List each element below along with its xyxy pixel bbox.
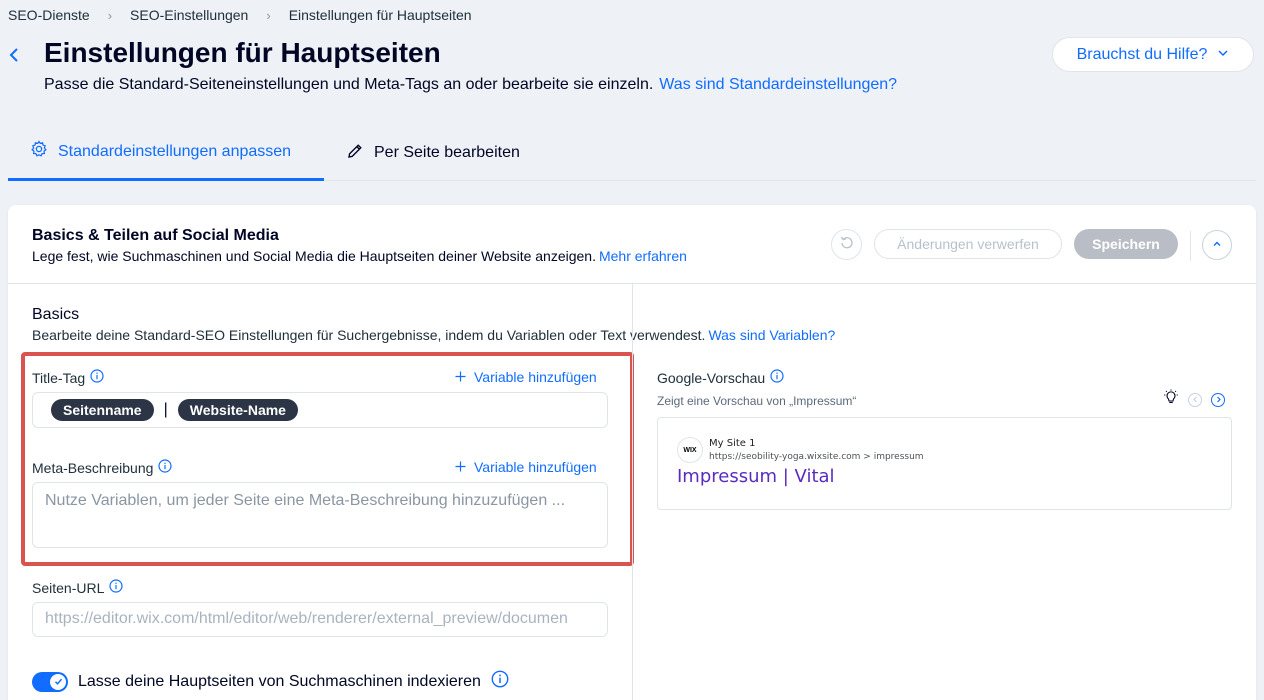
basics-title: Basics	[32, 306, 80, 323]
indexing-row: Lasse deine Hauptseiten von Suchmaschine…	[32, 670, 509, 693]
plus-icon	[455, 459, 466, 475]
info-icon[interactable]	[90, 369, 104, 386]
title-add-variable-button[interactable]: Variable hinzufügen	[455, 369, 597, 385]
google-preview-subtitle: Zeigt eine Vorschau von „Impressum“	[657, 394, 857, 408]
learn-more-link[interactable]: Mehr erfahren	[599, 248, 687, 264]
settings-card: Basics & Teilen auf Social Media Lege fe…	[8, 205, 1256, 700]
add-variable-label: Variable hinzufügen	[474, 369, 597, 385]
help-button-label: Brauchst du Hilfe?	[1076, 45, 1208, 63]
tab-label: Per Seite bearbeiten	[374, 144, 520, 161]
chevron-right-icon: ›	[107, 7, 113, 23]
save-button[interactable]: Speichern	[1074, 229, 1178, 259]
meta-description-label: Meta-Beschreibung	[32, 459, 173, 476]
discard-changes-button[interactable]: Änderungen verwerfen	[874, 229, 1062, 259]
meta-description-label-text: Meta-Beschreibung	[32, 459, 154, 476]
page-subtitle-text: Passe die Standard-Seiteneinstellungen u…	[44, 76, 654, 93]
preview-controls	[1163, 389, 1225, 410]
pencil-icon	[346, 142, 364, 165]
title-tag-label: Title-Tag	[32, 369, 104, 386]
info-icon[interactable]	[770, 369, 784, 386]
gear-icon	[30, 140, 48, 163]
preview-result-title: Impressum | Vital	[677, 466, 835, 487]
tab-bar: Standardeinstellungen anpassen Per Seite…	[8, 125, 1256, 181]
back-arrow-icon[interactable]	[7, 44, 21, 66]
meta-description-textarea[interactable]: Nutze Variablen, um jeder Seite eine Met…	[32, 482, 608, 548]
next-page-button[interactable]	[1211, 392, 1225, 407]
page-url-input[interactable]: https://editor.wix.com/html/editor/web/r…	[32, 602, 608, 637]
preview-site-name: My Site 1	[709, 438, 756, 449]
breadcrumb: SEO-Dienste › SEO-Einstellungen › Einste…	[8, 7, 472, 23]
google-preview-box: WIX My Site 1 https://seobility-yoga.wix…	[657, 417, 1232, 510]
google-preview-label: Google-Vorschau	[657, 369, 784, 386]
variables-help-link[interactable]: Was sind Variablen?	[708, 327, 835, 343]
breadcrumb-item-seo-settings[interactable]: SEO-Einstellungen	[130, 7, 248, 23]
variable-chip-page-name[interactable]: Seitenname	[51, 399, 154, 421]
page-subtitle: Passe die Standard-Seiteneinstellungen u…	[44, 76, 897, 94]
default-settings-help-link[interactable]: Was sind Standardeinstellungen?	[659, 76, 897, 93]
chevron-right-icon: ›	[266, 7, 271, 23]
plus-icon	[455, 369, 466, 385]
card-subtitle: Lege fest, wie Suchmaschinen und Social …	[32, 248, 687, 264]
divider	[1190, 231, 1191, 261]
basics-subtitle: Bearbeite deine Standard-SEO Einstellung…	[32, 327, 835, 343]
chevron-down-icon	[1217, 46, 1229, 64]
chevron-up-icon	[1212, 236, 1222, 254]
tab-default-settings[interactable]: Standardeinstellungen anpassen	[8, 125, 324, 181]
info-icon[interactable]	[109, 579, 123, 596]
add-variable-label: Variable hinzufügen	[474, 459, 597, 475]
title-tag-input[interactable]: Seitenname | Website-Name	[32, 392, 608, 428]
card-header: Basics & Teilen auf Social Media Lege fe…	[8, 205, 1256, 284]
title-tag-label-text: Title-Tag	[32, 369, 86, 386]
column-divider	[632, 284, 633, 700]
site-favicon: WIX	[677, 437, 703, 463]
info-icon[interactable]	[158, 459, 173, 476]
info-icon[interactable]	[491, 670, 509, 693]
undo-icon	[840, 235, 854, 254]
indexing-label: Lasse deine Hauptseiten von Suchmaschine…	[78, 672, 481, 690]
card-title: Basics & Teilen auf Social Media	[32, 227, 279, 244]
preview-url: https://seobility-yoga.wixsite.com > imp…	[709, 452, 924, 462]
page-url-label-text: Seiten-URL	[32, 579, 105, 596]
chip-separator: |	[163, 401, 168, 418]
tab-per-page[interactable]: Per Seite bearbeiten	[346, 125, 520, 181]
checkmark-icon	[50, 673, 66, 690]
variable-chip-site-name[interactable]: Website-Name	[177, 399, 298, 421]
page-url-label: Seiten-URL	[32, 579, 123, 596]
collapse-button[interactable]	[1202, 230, 1232, 260]
meta-add-variable-button[interactable]: Variable hinzufügen	[455, 459, 597, 475]
breadcrumb-item-current: Einstellungen für Hauptseiten	[288, 7, 472, 23]
card-subtitle-text: Lege fest, wie Suchmaschinen und Social …	[32, 248, 596, 264]
page-title: Einstellungen für Hauptseiten	[44, 37, 441, 68]
google-preview-label-text: Google-Vorschau	[657, 369, 766, 386]
basics-subtitle-text: Bearbeite deine Standard-SEO Einstellung…	[32, 327, 706, 343]
reset-button[interactable]	[831, 229, 862, 260]
help-dropdown-button[interactable]: Brauchst du Hilfe?	[1052, 37, 1254, 72]
lightbulb-icon[interactable]	[1163, 389, 1179, 410]
breadcrumb-item-seo-services[interactable]: SEO-Dienste	[8, 7, 90, 23]
tab-label: Standardeinstellungen anpassen	[58, 142, 292, 160]
previous-page-button[interactable]	[1188, 392, 1202, 407]
indexing-toggle[interactable]	[32, 671, 68, 692]
